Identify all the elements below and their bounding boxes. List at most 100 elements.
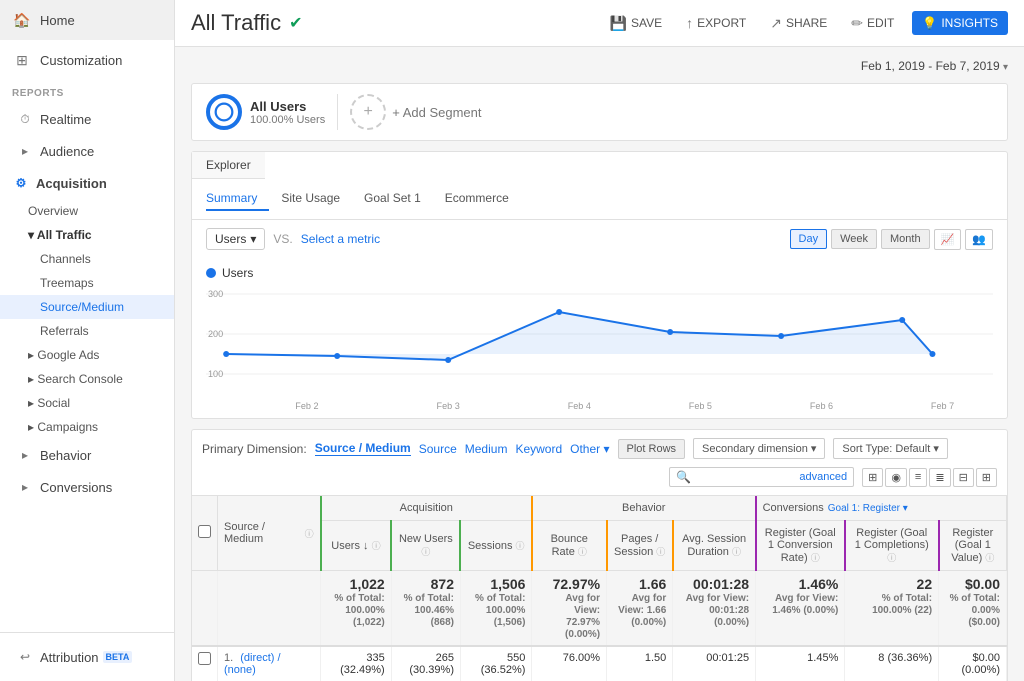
- sidebar-item-realtime[interactable]: ⏱ Realtime: [0, 103, 174, 135]
- sidebar-item-audience[interactable]: ▸ Audience: [0, 135, 174, 167]
- plot-rows-button[interactable]: Plot Rows: [618, 439, 686, 459]
- secondary-dimension-select[interactable]: Secondary dimension ▾: [693, 438, 825, 459]
- table-row: 1. (direct) / (none) 335 (32.49%) 265 (3…: [192, 646, 1007, 681]
- sort-type-select[interactable]: Sort Type: Default ▾: [833, 438, 947, 459]
- sidebar-item-attribution-label: Attribution: [40, 650, 99, 665]
- sidebar-item-conversions-label: Conversions: [40, 480, 112, 495]
- svg-text:100: 100: [208, 369, 223, 379]
- edit-icon: ✏: [851, 15, 863, 32]
- conv-rate-header[interactable]: Register (Goal 1 Conversion Rate) ⓘ: [756, 521, 845, 571]
- performance-view-button[interactable]: ≡: [909, 468, 927, 487]
- dim-source[interactable]: Source: [419, 442, 457, 456]
- row-num-cell: 1. (direct) / (none): [218, 646, 321, 681]
- sort-type-label: Sort Type: Default ▾: [842, 442, 938, 455]
- row-users: 335 (32.49%): [321, 646, 392, 681]
- share-button[interactable]: ↗ SHARE: [764, 11, 833, 36]
- month-button[interactable]: Month: [881, 229, 930, 249]
- select-metric[interactable]: Select a metric: [301, 232, 380, 246]
- main-content: All Traffic ✔ 💾 SAVE ↑ EXPORT ↗ SHARE ✏ …: [175, 0, 1024, 681]
- sidebar-item-campaigns[interactable]: ▸ Campaigns: [0, 415, 174, 439]
- day-button[interactable]: Day: [790, 229, 828, 249]
- tab-summary[interactable]: Summary: [206, 187, 269, 211]
- goal-select[interactable]: Goal 1: Register ▾: [828, 503, 908, 514]
- segments-bar: All Users 100.00% Users + + Add Segment: [191, 83, 1008, 141]
- tab-site-usage[interactable]: Site Usage: [269, 187, 352, 211]
- sidebar-item-audience-label: Audience: [40, 144, 94, 159]
- table-search-input[interactable]: [695, 471, 795, 483]
- metric-select[interactable]: Users ▾: [206, 228, 265, 250]
- week-button[interactable]: Week: [831, 229, 877, 249]
- pages-session-header[interactable]: Pages / Session ⓘ: [607, 521, 673, 571]
- sidebar-item-referrals[interactable]: Referrals: [0, 319, 174, 343]
- dim-medium[interactable]: Medium: [465, 442, 508, 456]
- users-header[interactable]: Users ↓ ⓘ: [321, 521, 392, 571]
- dim-other[interactable]: Other ▾: [570, 442, 609, 456]
- advanced-link[interactable]: advanced: [799, 471, 847, 483]
- totals-conv-rate: 1.46% Avg for View: 1.46% (0.00%): [756, 571, 845, 647]
- new-users-header[interactable]: New Users ⓘ: [391, 521, 460, 571]
- sidebar-item-behavior-label: Behavior: [40, 448, 91, 463]
- insights-button[interactable]: 💡 INSIGHTS: [912, 11, 1008, 35]
- row-sessions: 550 (36.52%): [460, 646, 531, 681]
- totals-label-cell: [218, 571, 321, 647]
- edit-button[interactable]: ✏ EDIT: [845, 11, 900, 36]
- pie-view-button[interactable]: ◉: [885, 468, 907, 487]
- totals-users: 1,022 % of Total: 100.00% (1,022): [321, 571, 392, 647]
- svg-text:300: 300: [208, 289, 223, 299]
- select-all-checkbox[interactable]: [198, 525, 211, 538]
- sidebar-item-attribution[interactable]: ↩ Attribution BETA: [0, 641, 174, 673]
- line-chart-icon[interactable]: 📈: [934, 229, 962, 250]
- sidebar-item-overview[interactable]: Overview: [0, 199, 174, 223]
- all-users-segment[interactable]: All Users 100.00% Users: [206, 94, 325, 130]
- row-checkbox-cell[interactable]: [192, 646, 218, 681]
- date-range[interactable]: Feb 1, 2019 - Feb 7, 2019 ▾: [191, 59, 1008, 73]
- bounce-rate-header[interactable]: Bounce Rate ⓘ: [532, 521, 607, 571]
- sidebar-item-search-console[interactable]: ▸ Search Console: [0, 367, 174, 391]
- completions-info-icon: ⓘ: [887, 553, 896, 563]
- audience-icon: ▸: [16, 142, 34, 160]
- sidebar-item-channels[interactable]: Channels: [0, 247, 174, 271]
- completions-header[interactable]: Register (Goal 1 Completions) ⓘ: [845, 521, 939, 571]
- checkbox-all[interactable]: [192, 496, 218, 571]
- bar-chart-icon[interactable]: 👥: [965, 229, 993, 250]
- sidebar-item-home[interactable]: 🏠 Home: [0, 0, 174, 40]
- sidebar-item-social[interactable]: ▸ Social: [0, 391, 174, 415]
- save-button[interactable]: 💾 SAVE: [604, 11, 669, 36]
- lifecycle-view-button[interactable]: ⊞: [976, 468, 997, 487]
- secondary-dimension-label: Secondary dimension ▾: [702, 442, 816, 455]
- sidebar-item-conversions[interactable]: ▸ Conversions: [0, 471, 174, 503]
- chart-legend: Users: [206, 266, 993, 280]
- sidebar-item-realtime-label: Realtime: [40, 112, 91, 127]
- value-header[interactable]: Register (Goal 1 Value) ⓘ: [939, 521, 1007, 571]
- dim-source-medium[interactable]: Source / Medium: [315, 441, 411, 456]
- add-segment-button[interactable]: + + Add Segment: [350, 94, 481, 130]
- pivot-view-button[interactable]: ⊟: [953, 468, 974, 487]
- add-segment-label: + Add Segment: [392, 105, 481, 120]
- attribution-icon: ↩: [16, 648, 34, 666]
- table-view-button[interactable]: ⊞: [862, 468, 883, 487]
- sidebar-item-google-ads[interactable]: ▸ Google Ads: [0, 343, 174, 367]
- row-checkbox[interactable]: [198, 652, 211, 665]
- avg-duration-info-icon: ⓘ: [732, 547, 741, 557]
- tab-goal-set-1[interactable]: Goal Set 1: [352, 187, 433, 211]
- comparison-view-button[interactable]: ≣: [929, 468, 950, 487]
- sidebar-item-customization[interactable]: ⊞ Customization: [0, 40, 174, 80]
- sidebar-item-source-medium[interactable]: Source/Medium: [0, 295, 174, 319]
- sidebar-item-acquisition[interactable]: ⚙ Acquisition: [0, 167, 174, 199]
- explorer-tab[interactable]: Explorer: [192, 152, 265, 179]
- sessions-info-icon: ⓘ: [516, 541, 525, 551]
- sidebar-item-behavior[interactable]: ▸ Behavior: [0, 439, 174, 471]
- row-completions: 8 (36.36%): [845, 646, 939, 681]
- acquisition-icon: ⚙: [12, 174, 30, 192]
- insights-icon: 💡: [922, 16, 937, 30]
- sidebar-item-referrals-label: Referrals: [40, 324, 89, 338]
- avg-duration-header[interactable]: Avg. Session Duration ⓘ: [673, 521, 756, 571]
- dim-keyword[interactable]: Keyword: [515, 442, 562, 456]
- sessions-header[interactable]: Sessions ⓘ: [460, 521, 531, 571]
- export-button[interactable]: ↑ EXPORT: [680, 11, 752, 35]
- sidebar-item-all-traffic[interactable]: ▾ All Traffic: [0, 223, 174, 247]
- legend-label: Users: [222, 266, 253, 280]
- tab-ecommerce[interactable]: Ecommerce: [433, 187, 521, 211]
- conv-rate-info-icon: ⓘ: [811, 553, 820, 563]
- sidebar-item-treemaps[interactable]: Treemaps: [0, 271, 174, 295]
